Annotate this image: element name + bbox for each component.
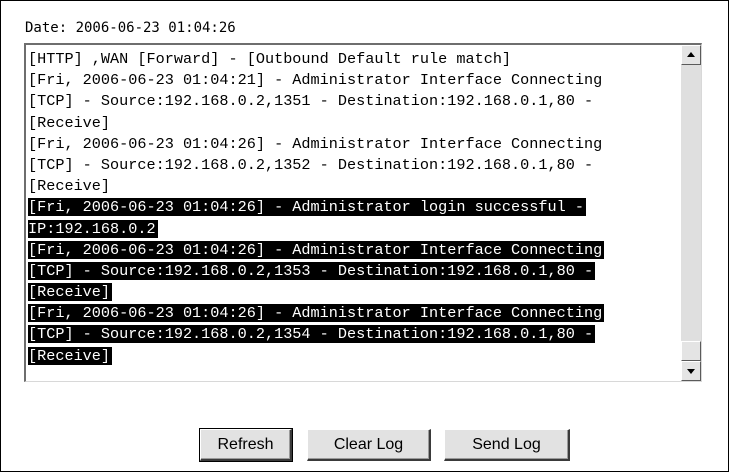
clear-log-button[interactable]: Clear Log: [307, 429, 431, 461]
log-line: [Receive]: [28, 282, 680, 303]
log-line-text: [Fri, 2006-06-23 01:04:26] - Administrat…: [28, 240, 605, 259]
log-line: [Fri, 2006-06-23 01:04:26] - Administrat…: [28, 134, 680, 155]
scroll-thumb[interactable]: [681, 341, 701, 361]
log-line: [TCP] - Source:192.168.0.2,1351 - Destin…: [28, 91, 680, 112]
log-line-text: [Receive]: [28, 177, 111, 196]
log-line-text: [TCP] - Source:192.168.0.2,1353 - Destin…: [28, 261, 596, 280]
scroll-up-button[interactable]: [681, 45, 701, 65]
log-line-text: [TCP] - Source:192.168.0.2,1351 - Destin…: [28, 92, 594, 111]
log-line-text: [Receive]: [28, 113, 111, 132]
log-content[interactable]: [HTTP] ,WAN [Forward] - [Outbound Defaul…: [28, 49, 680, 367]
log-line: [TCP] - Source:192.168.0.2,1352 - Destin…: [28, 155, 680, 176]
refresh-button[interactable]: Refresh: [199, 428, 293, 462]
log-line-text: [Fri, 2006-06-23 01:04:26] - Administrat…: [28, 198, 586, 217]
log-line-text: [Receive]: [28, 283, 113, 302]
log-line: [Fri, 2006-06-23 01:04:21] - Administrat…: [28, 70, 680, 91]
log-line: [HTTP] ,WAN [Forward] - [Outbound Defaul…: [28, 49, 680, 70]
log-panel: Date: 2006-06-23 01:04:26 [HTTP] ,WAN [F…: [0, 0, 729, 472]
scroll-down-button[interactable]: [681, 361, 701, 381]
log-textarea[interactable]: [HTTP] ,WAN [Forward] - [Outbound Defaul…: [24, 43, 702, 382]
log-line-text: [HTTP] ,WAN [Forward] - [Outbound Defaul…: [28, 50, 512, 68]
log-scrollbar[interactable]: [681, 45, 701, 381]
log-line-text: [Fri, 2006-06-23 01:04:21] - Administrat…: [28, 71, 603, 90]
date-label: Date: 2006-06-23 01:04:26: [25, 20, 236, 36]
triangle-up-icon: [687, 52, 695, 57]
log-line: [Fri, 2006-06-23 01:04:26] - Administrat…: [28, 303, 680, 324]
log-line: IP:192.168.0.2: [28, 219, 680, 240]
log-line: [Receive]: [28, 113, 680, 134]
log-line-text: [Receive]: [28, 346, 113, 365]
log-line-text: IP:192.168.0.2: [28, 219, 158, 238]
send-log-button[interactable]: Send Log: [444, 429, 570, 461]
log-line: [Fri, 2006-06-23 01:04:26] - Administrat…: [28, 197, 680, 218]
log-line-text: [TCP] - Source:192.168.0.2,1354 - Destin…: [28, 325, 596, 344]
log-line-text: [TCP] - Source:192.168.0.2,1352 - Destin…: [28, 155, 594, 174]
log-line: [Receive]: [28, 176, 680, 197]
log-line: [TCP] - Source:192.168.0.2,1353 - Destin…: [28, 261, 680, 282]
log-line-text: [Fri, 2006-06-23 01:04:26] - Administrat…: [28, 304, 605, 323]
triangle-down-icon: [687, 369, 695, 374]
log-line-text: [Fri, 2006-06-23 01:04:26] - Administrat…: [28, 134, 603, 153]
log-line: [Fri, 2006-06-23 01:04:26] - Administrat…: [28, 240, 680, 261]
log-line: [Receive]: [28, 346, 680, 367]
log-line: [TCP] - Source:192.168.0.2,1354 - Destin…: [28, 324, 680, 345]
